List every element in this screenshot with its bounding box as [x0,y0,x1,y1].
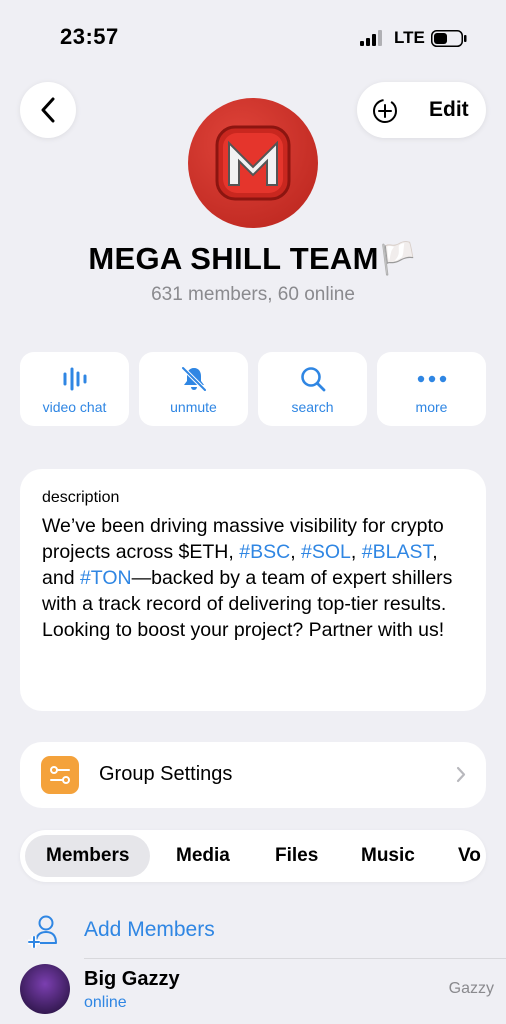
group-member-count: 631 members, 60 online [151,284,355,305]
video-chat-label: video chat [42,399,107,415]
hashtag-ton-link[interactable]: #TON [80,567,132,589]
edit-button[interactable]: Edit [429,98,469,122]
tab-voice[interactable]: Vo [458,830,481,882]
tab-music[interactable]: Music [361,830,415,882]
unmute-button[interactable]: unmute [139,352,248,426]
member-row[interactable]: Big Gazzy online Gazzy [0,960,506,1024]
description-text: We’ve been driving massive visibility fo… [42,513,464,643]
chevron-right-icon [456,766,466,783]
action-bar: video chat unmute search more [20,352,486,426]
group-settings-label: Group Settings [99,763,233,785]
hashtag-sol-link[interactable]: #SOL [301,541,351,563]
status-bar: 23:57 LTE [0,0,506,70]
search-button[interactable]: search [258,352,367,426]
avatar [20,964,70,1014]
waveform-icon [63,367,86,391]
signal-icon [360,30,382,46]
more-button[interactable]: more [377,352,486,426]
description-text-part: , [290,541,302,563]
group-title: MEGA SHILL TEAM🏳️ [88,241,418,276]
divider [84,958,506,959]
description-text-part: , [350,541,362,563]
more-label: more [415,399,448,415]
add-members-row[interactable]: Add Members [20,906,486,956]
add-person-icon [28,915,57,948]
description-label: description [42,489,120,506]
unmute-label: unmute [170,399,217,415]
search-label: search [291,399,334,415]
member-name: Big Gazzy [84,968,180,990]
battery-icon [431,30,467,47]
sliders-icon [50,766,70,784]
group-settings-row[interactable]: Group Settings [20,742,486,808]
media-tabs: Members Media Files Music Vo [20,830,486,882]
tab-media[interactable]: Media [176,830,230,882]
tab-members[interactable]: Members [25,835,151,877]
settings-icon-tile [41,756,79,794]
description-card: description We’ve been driving massive v… [20,469,486,711]
hashtag-blast-link[interactable]: #BLAST [362,541,432,563]
clock: 23:57 [60,24,119,49]
hashtag-bsc-link[interactable]: #BSC [239,541,290,563]
add-members-label: Add Members [84,918,215,941]
video-chat-button[interactable]: video chat [20,352,129,426]
network-type: LTE [394,28,425,47]
member-role: Gazzy [448,980,494,997]
group-logo-icon [215,125,291,201]
back-button[interactable] [20,82,76,138]
ellipsis-icon [417,375,446,383]
search-icon [300,367,325,392]
bell-slash-icon [180,366,207,392]
edit-pill: Edit [357,82,486,138]
group-avatar[interactable] [188,98,318,228]
chevron-left-icon [41,97,55,123]
tab-files[interactable]: Files [275,830,318,882]
member-status: online [84,994,127,1011]
add-story-icon[interactable] [371,97,399,125]
